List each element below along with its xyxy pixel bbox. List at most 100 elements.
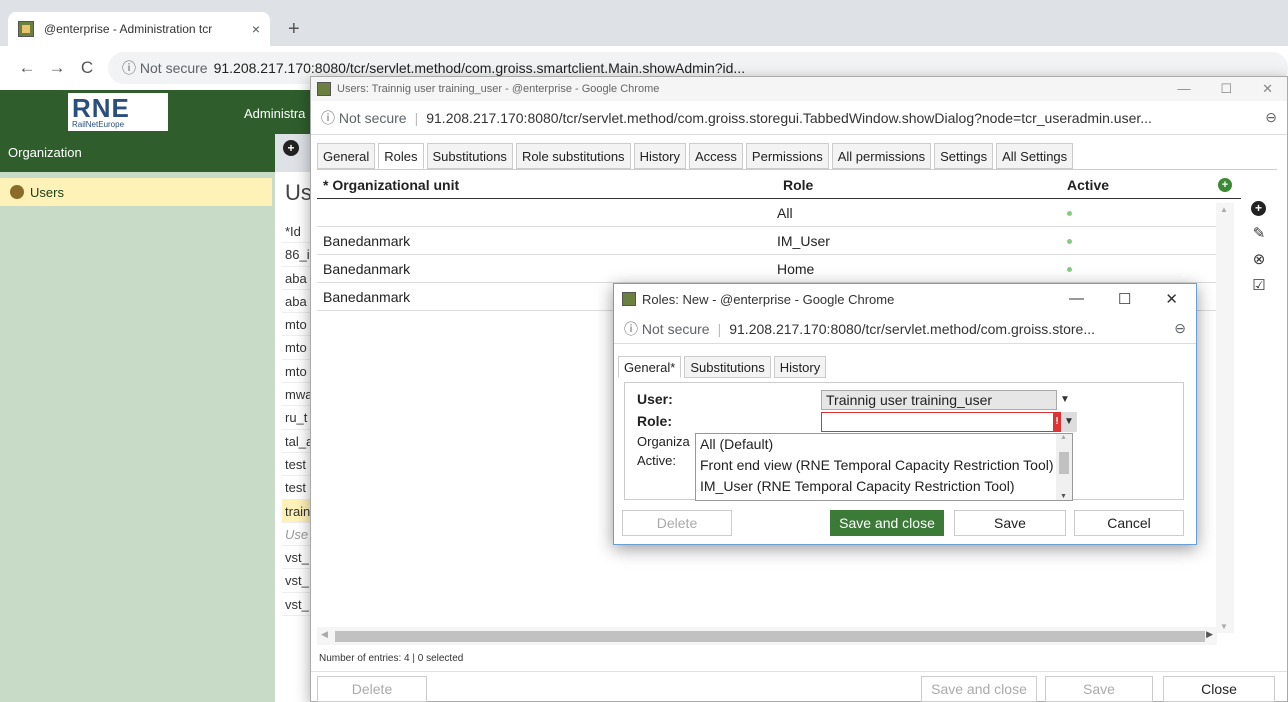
dropdown-option[interactable]: All (Default) (696, 434, 1072, 455)
tab-history[interactable]: History (633, 143, 687, 169)
cell-org: Banedanmark (323, 261, 411, 277)
column-header-role[interactable]: Role (783, 177, 813, 193)
not-secure-label: ⓘ Not secure (321, 109, 407, 126)
tab-general[interactable]: General (317, 143, 376, 169)
delete-button[interactable]: Delete (622, 510, 732, 536)
error-icon: ! (1053, 412, 1061, 432)
active-label: Active: (637, 453, 677, 468)
vertical-scrollbar[interactable]: ▲ ▼ (1216, 203, 1234, 633)
active-dot-icon (1067, 259, 1072, 275)
tab-substitutions[interactable]: Substitutions (684, 356, 771, 378)
minimize-button[interactable]: — (1177, 81, 1190, 97)
page-title: Us (285, 180, 312, 205)
users-tabs: General Roles Substitutions Role substit… (317, 143, 1076, 169)
save-button[interactable]: Save (954, 510, 1066, 536)
maximize-button[interactable]: ☐ (1118, 290, 1131, 308)
address-bar[interactable]: ⓘ Not secure | 91.208.217.170:8080/tcr/s… (311, 101, 1287, 135)
add-row-icon[interactable]: + (1218, 178, 1232, 192)
forward-button[interactable]: → (42, 58, 72, 78)
logo-text: RNE (72, 93, 130, 123)
administration-menu[interactable]: Administra (244, 106, 305, 121)
chevron-down-icon[interactable]: ▼ (1057, 390, 1073, 410)
role-dropdown-list: All (Default) Front end view (RNE Tempor… (695, 433, 1073, 501)
close-tab-icon[interactable]: × (252, 21, 260, 37)
back-button[interactable]: ← (12, 58, 42, 78)
roles-tabs: General* Substitutions History (618, 356, 829, 378)
tab-permissions[interactable]: Permissions (745, 143, 829, 169)
address-bar[interactable]: ⓘ Not secure | 91.208.217.170:8080/tcr/s… (614, 314, 1196, 344)
scroll-left-icon[interactable]: ◀ (321, 629, 328, 640)
table-row[interactable]: All (317, 199, 1217, 227)
scrollbar-thumb[interactable] (1059, 452, 1069, 474)
add-icon[interactable]: + (1251, 201, 1266, 216)
scroll-down-icon[interactable]: ▼ (1060, 493, 1067, 500)
close-window-button[interactable]: ✕ (1262, 81, 1273, 97)
organization-header: Organization (0, 134, 275, 172)
not-secure-label: ⓘ Not secure (122, 60, 208, 76)
close-window-button[interactable]: ✕ (1165, 290, 1178, 308)
scroll-right-icon[interactable]: ▶ (1206, 629, 1213, 640)
horizontal-scrollbar[interactable]: ◀ ▶ (317, 627, 1217, 645)
tab-all-permissions[interactable]: All permissions (831, 143, 932, 169)
cell-role: IM_User (777, 233, 830, 249)
role-select[interactable] (821, 412, 1057, 432)
entries-count: Number of entries: 4 | 0 selected (319, 653, 464, 664)
role-label: Role: (637, 413, 672, 429)
chevron-down-icon[interactable]: ▼ (1061, 412, 1077, 432)
users-button-bar: Delete Save and close Save Close (311, 671, 1287, 702)
maximize-button[interactable]: ☐ (1220, 81, 1232, 97)
window-title: Users: Trainnig user training_user - @en… (337, 83, 660, 95)
select-checkbox-icon[interactable]: ☑ (1251, 276, 1267, 294)
not-secure-label: ⓘ Not secure (624, 320, 710, 337)
tab-substitutions[interactable]: Substitutions (426, 143, 513, 169)
edit-pencil-icon[interactable]: ✎ (1251, 224, 1267, 242)
tab-general[interactable]: General* (618, 356, 682, 378)
users-window-titlebar: Users: Trainnig user training_user - @en… (311, 77, 1287, 101)
users-icon (10, 185, 24, 199)
url-text: 91.208.217.170:8080/tcr/servlet.method/c… (729, 320, 1095, 337)
zoom-icon[interactable]: ⊖ (1174, 320, 1186, 337)
scroll-up-icon[interactable]: ▲ (1220, 205, 1228, 214)
tab-settings[interactable]: Settings (934, 143, 994, 169)
favicon-icon (622, 292, 636, 306)
url-text: 91.208.217.170:8080/tcr/servlet.method/c… (426, 109, 1152, 126)
grid-actions: + ✎ ⊗ ☑ (1251, 201, 1267, 294)
save-and-close-button[interactable]: Save and close (921, 676, 1037, 702)
save-button[interactable]: Save (1045, 676, 1153, 702)
scroll-up-icon[interactable]: ▲ (1060, 434, 1067, 441)
sidebar-item-users[interactable]: Users (0, 178, 272, 206)
add-icon[interactable]: + (283, 140, 299, 156)
minimize-button[interactable]: — (1069, 290, 1084, 308)
column-header-org[interactable]: * Organizational unit (323, 177, 459, 193)
scroll-down-icon[interactable]: ▼ (1220, 622, 1228, 631)
browser-tabstrip: @enterprise - Administration tcr × + (0, 0, 1288, 46)
dropdown-scrollbar[interactable]: ▲ ▼ (1056, 434, 1072, 500)
dropdown-option[interactable]: Front end view (RNE Temporal Capacity Re… (696, 455, 1072, 476)
active-dot-icon (1067, 231, 1072, 247)
role-form: User: Role: Organiza Active: Trainnig us… (624, 382, 1184, 501)
rne-logo: RNE RailNetEurope (68, 93, 168, 131)
tab-roles[interactable]: Roles (378, 143, 424, 169)
tab-role-substitutions[interactable]: Role substitutions (515, 143, 631, 169)
dropdown-option[interactable]: IM_User (RNE Temporal Capacity Restricti… (696, 476, 1072, 497)
zoom-icon[interactable]: ⊖ (1265, 109, 1277, 126)
browser-tab[interactable]: @enterprise - Administration tcr × (8, 12, 270, 46)
cell-org: Banedanmark (323, 233, 411, 249)
cancel-button[interactable]: Cancel (1074, 510, 1184, 536)
user-select[interactable]: Trainnig user training_user (821, 390, 1057, 410)
save-and-close-button[interactable]: Save and close (830, 510, 944, 536)
new-tab-button[interactable]: + (288, 18, 300, 41)
tab-all-settings[interactable]: All Settings (996, 143, 1074, 169)
table-row[interactable]: Banedanmark Home (317, 255, 1217, 283)
reload-button[interactable]: C (72, 58, 102, 78)
close-button[interactable]: Close (1163, 676, 1275, 702)
table-row[interactable]: Banedanmark IM_User (317, 227, 1217, 255)
tab-access[interactable]: Access (689, 143, 743, 169)
cell-role: Home (777, 261, 815, 277)
scrollbar-thumb[interactable] (335, 631, 1205, 642)
remove-circle-icon[interactable]: ⊗ (1251, 250, 1267, 268)
column-header-active[interactable]: Active (1067, 177, 1109, 193)
delete-button[interactable]: Delete (317, 676, 427, 702)
tab-history[interactable]: History (773, 356, 827, 378)
logo-subtext: RailNetEurope (72, 120, 125, 129)
